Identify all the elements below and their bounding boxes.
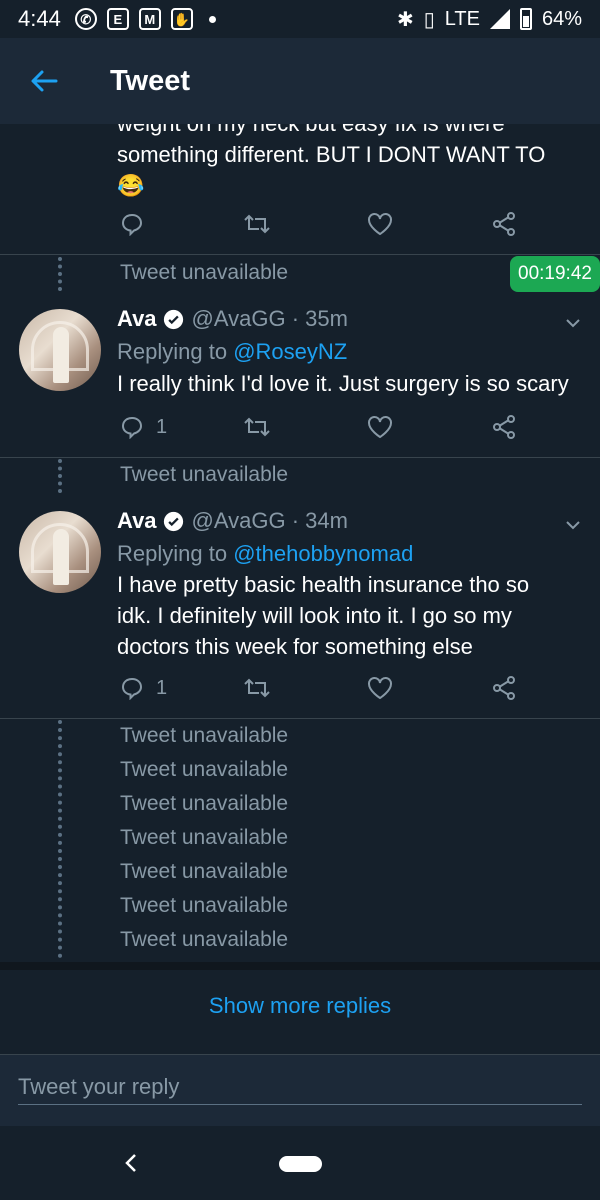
unavailable-label: Tweet unavailable (120, 792, 289, 815)
tweet-body-line: weight on my neck but easy fix is where (117, 124, 587, 139)
reply-count: 1 (156, 676, 168, 699)
heart-icon (368, 416, 392, 439)
status-bar: 4:44 ✆ E M ✋ ✱ ▯ LTE 64% (0, 0, 600, 38)
back-button[interactable] (0, 38, 88, 124)
retweet-icon (244, 417, 270, 437)
tweet-thread[interactable]: weight on my neck but easy fix is where … (0, 124, 600, 1054)
avatar[interactable] (19, 511, 101, 593)
mail-icon: M (138, 8, 161, 30)
like-button[interactable] (367, 212, 393, 236)
avatar-figure (53, 529, 69, 585)
unavailable-label: Tweet unavailable (120, 463, 289, 486)
network-label: LTE (444, 7, 480, 30)
battery-percent: 64% (541, 7, 582, 30)
verified-icon (163, 309, 183, 329)
retweet-button[interactable] (244, 212, 270, 236)
reply-button[interactable] (120, 212, 144, 236)
show-more-replies-button[interactable]: Show more replies (209, 993, 391, 1019)
system-nav-bar (0, 1126, 600, 1200)
replying-to-handle[interactable]: @thehobbynomad (233, 541, 413, 566)
app-bar: Tweet (0, 38, 600, 124)
avatar-figure (53, 327, 69, 383)
tweet-body: I have pretty basic health insurance tho… (117, 572, 530, 659)
unavailable-label: Tweet unavailable (120, 261, 289, 284)
display-name[interactable]: Ava (117, 508, 157, 534)
thread-line (58, 720, 62, 958)
share-button[interactable] (492, 676, 516, 700)
nav-home-button[interactable] (279, 1156, 322, 1172)
reply-button[interactable]: 1 (120, 415, 167, 439)
share-icon (493, 415, 515, 439)
heart-icon (368, 213, 392, 236)
tweet-body: I really think I'd love it. Just surgery… (117, 371, 569, 396)
battery-icon (519, 8, 532, 30)
chevron-left-icon (125, 1154, 136, 1172)
whatsapp-icon: ✆ (74, 8, 97, 30)
dot-icon (208, 15, 216, 23)
reply-icon (121, 677, 143, 700)
replying-to-label: Replying to (117, 339, 228, 364)
tweet-meta: @AvaGG · 34m (191, 508, 348, 533)
like-button[interactable] (367, 415, 393, 439)
unavailable-label: Tweet unavailable (120, 724, 289, 747)
replying-to: Replying to @thehobbynomad (117, 541, 413, 567)
reply-count: 1 (156, 415, 168, 438)
unavailable-label: Tweet unavailable (120, 826, 289, 849)
unavailable-label: Tweet unavailable (120, 928, 289, 951)
unavailable-label: Tweet unavailable (120, 894, 289, 917)
tweet-body: weight on my neck but easy fix is where … (117, 124, 587, 201)
share-icon (493, 212, 515, 236)
retweet-icon (244, 214, 270, 234)
unavailable-label: Tweet unavailable (120, 860, 289, 883)
vibrate-icon: ▯ (423, 8, 435, 31)
signal-icon (489, 9, 510, 29)
arrow-left-icon (31, 70, 58, 92)
verified-icon (163, 511, 183, 531)
retweet-icon (244, 678, 270, 698)
chevron-down-icon[interactable] (564, 314, 582, 332)
like-button[interactable] (367, 676, 393, 700)
replying-to: Replying to @RoseyNZ (117, 339, 347, 365)
nav-back-button[interactable] (116, 1148, 146, 1178)
timer-badge: 00:19:42 (510, 256, 600, 292)
share-button[interactable] (492, 212, 516, 236)
share-button[interactable] (492, 415, 516, 439)
retweet-button[interactable] (244, 415, 270, 439)
replying-to-label: Replying to (117, 541, 228, 566)
unavailable-label: Tweet unavailable (120, 758, 289, 781)
chevron-down-icon[interactable] (564, 516, 582, 534)
divider (0, 457, 600, 458)
reply-icon (121, 416, 143, 439)
tweet-header: Ava @AvaGG · 35m (117, 306, 348, 332)
e-icon: E (106, 8, 129, 30)
retweet-button[interactable] (244, 676, 270, 700)
tweet-body-line: something different. BUT I DONT WANT TO … (117, 142, 546, 198)
divider (0, 254, 600, 255)
replying-to-handle[interactable]: @RoseyNZ (233, 339, 347, 364)
reply-input[interactable] (18, 1069, 582, 1105)
show-more-section: Show more replies (0, 962, 600, 1042)
reply-bar (0, 1054, 600, 1126)
reply-icon (121, 213, 143, 236)
heart-icon (368, 677, 392, 700)
tweet-meta: @AvaGG · 35m (191, 306, 348, 331)
thread-line (58, 459, 62, 493)
divider (0, 718, 600, 719)
display-name[interactable]: Ava (117, 306, 157, 332)
unavailable-tweet: Tweet unavailable (0, 459, 600, 493)
tweet-header: Ava @AvaGG · 34m (117, 508, 348, 534)
thread-line (58, 257, 62, 291)
hand-icon: ✋ (170, 8, 193, 30)
share-icon (493, 676, 515, 700)
avatar[interactable] (19, 309, 101, 391)
bluetooth-icon: ✱ (396, 8, 414, 31)
page-title: Tweet (110, 64, 191, 97)
status-time: 4:44 (18, 6, 61, 31)
reply-button[interactable]: 1 (120, 676, 167, 700)
